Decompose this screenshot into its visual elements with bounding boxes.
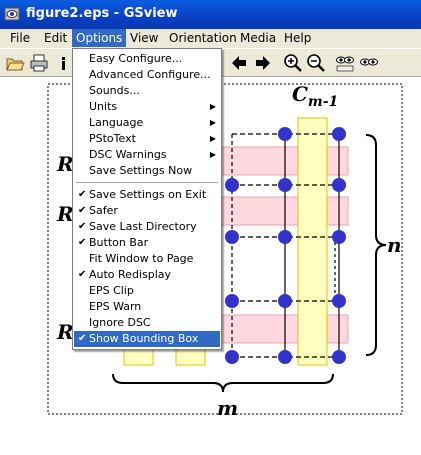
menu-file[interactable]: File	[6, 29, 34, 47]
checkmark-icon: ✔	[78, 221, 87, 232]
checkmark-icon: ✔	[78, 205, 87, 216]
checkmark-icon: ✔	[78, 333, 87, 344]
gsview-app-icon[interactable]	[4, 6, 20, 22]
menu-item-auto-redisplay[interactable]: ✔ Auto Redisplay	[74, 267, 220, 283]
text-search-eye-icon[interactable]	[334, 52, 356, 74]
checkmark-icon: ✔	[78, 237, 87, 248]
zoom-out-icon[interactable]	[305, 52, 327, 74]
menu-separator	[76, 182, 218, 183]
zoom-in-icon[interactable]	[282, 52, 304, 74]
info-icon[interactable]	[52, 52, 74, 74]
menu-orientation[interactable]: Orientation	[165, 29, 241, 47]
menu-item-easy-configure[interactable]: Easy Configure...	[74, 51, 220, 67]
menu-item-fit-window-to-page[interactable]: Fit Window to Page	[74, 251, 220, 267]
window-title: figure2.eps - GSview	[26, 6, 178, 21]
checkmark-icon: ✔	[78, 269, 87, 280]
menu-item-show-bounding-box[interactable]: ✔ Show Bounding Box	[74, 331, 220, 347]
menu-item-save-settings-now[interactable]: Save Settings Now	[74, 163, 220, 179]
menu-item-safer[interactable]: ✔ Safer	[74, 203, 220, 219]
menu-item-ignore-dsc[interactable]: Ignore DSC	[74, 315, 220, 331]
next-page-icon[interactable]	[252, 52, 274, 74]
right-brace	[365, 134, 387, 356]
menu-item-pstotext[interactable]: PStoText ▶	[74, 131, 220, 147]
previous-page-icon[interactable]	[228, 52, 250, 74]
menu-options[interactable]: Options	[72, 29, 127, 47]
brace-label-m: m	[217, 396, 238, 420]
menu-edit[interactable]: Edit	[40, 29, 71, 47]
menu-media[interactable]: Media	[236, 29, 280, 47]
menu-item-save-last-directory[interactable]: ✔ Save Last Directory	[74, 219, 220, 235]
menu-view[interactable]: View	[126, 29, 162, 47]
brace-label-n: n	[387, 233, 402, 257]
menu-item-dsc-warnings[interactable]: DSC Warnings ▶	[74, 147, 220, 163]
checkmark-icon: ✔	[78, 189, 87, 200]
open-folder-icon[interactable]	[4, 52, 26, 74]
eye-icon[interactable]	[358, 52, 380, 74]
bottom-brace	[112, 373, 334, 393]
submenu-arrow-icon: ▶	[209, 134, 216, 143]
options-menu-dropdown: Easy Configure... Advanced Configure... …	[72, 48, 222, 350]
menu-item-units[interactable]: Units ▶	[74, 99, 220, 115]
column-band	[297, 117, 328, 366]
row-label: R	[56, 152, 74, 176]
menu-item-sounds[interactable]: Sounds...	[74, 83, 220, 99]
menu-item-button-bar[interactable]: ✔ Button Bar	[74, 235, 220, 251]
menu-item-save-settings-on-exit[interactable]: ✔ Save Settings on Exit	[74, 187, 220, 203]
menu-item-eps-clip[interactable]: EPS Clip	[74, 283, 220, 299]
menu-bar: File Edit Options View Orientation Media…	[0, 29, 421, 48]
menu-help[interactable]: Help	[280, 29, 315, 47]
column-label: Cm-1	[292, 82, 338, 110]
print-icon[interactable]	[28, 52, 50, 74]
submenu-arrow-icon: ▶	[209, 102, 216, 111]
menu-item-language[interactable]: Language ▶	[74, 115, 220, 131]
submenu-arrow-icon: ▶	[209, 150, 216, 159]
row-label: R	[56, 202, 74, 226]
menu-item-eps-warn[interactable]: EPS Warn	[74, 299, 220, 315]
submenu-arrow-icon: ▶	[209, 118, 216, 127]
row-label: R	[56, 320, 74, 344]
menu-item-advanced-configure[interactable]: Advanced Configure...	[74, 67, 220, 83]
title-bar[interactable]: figure2.eps - GSview	[0, 0, 421, 29]
